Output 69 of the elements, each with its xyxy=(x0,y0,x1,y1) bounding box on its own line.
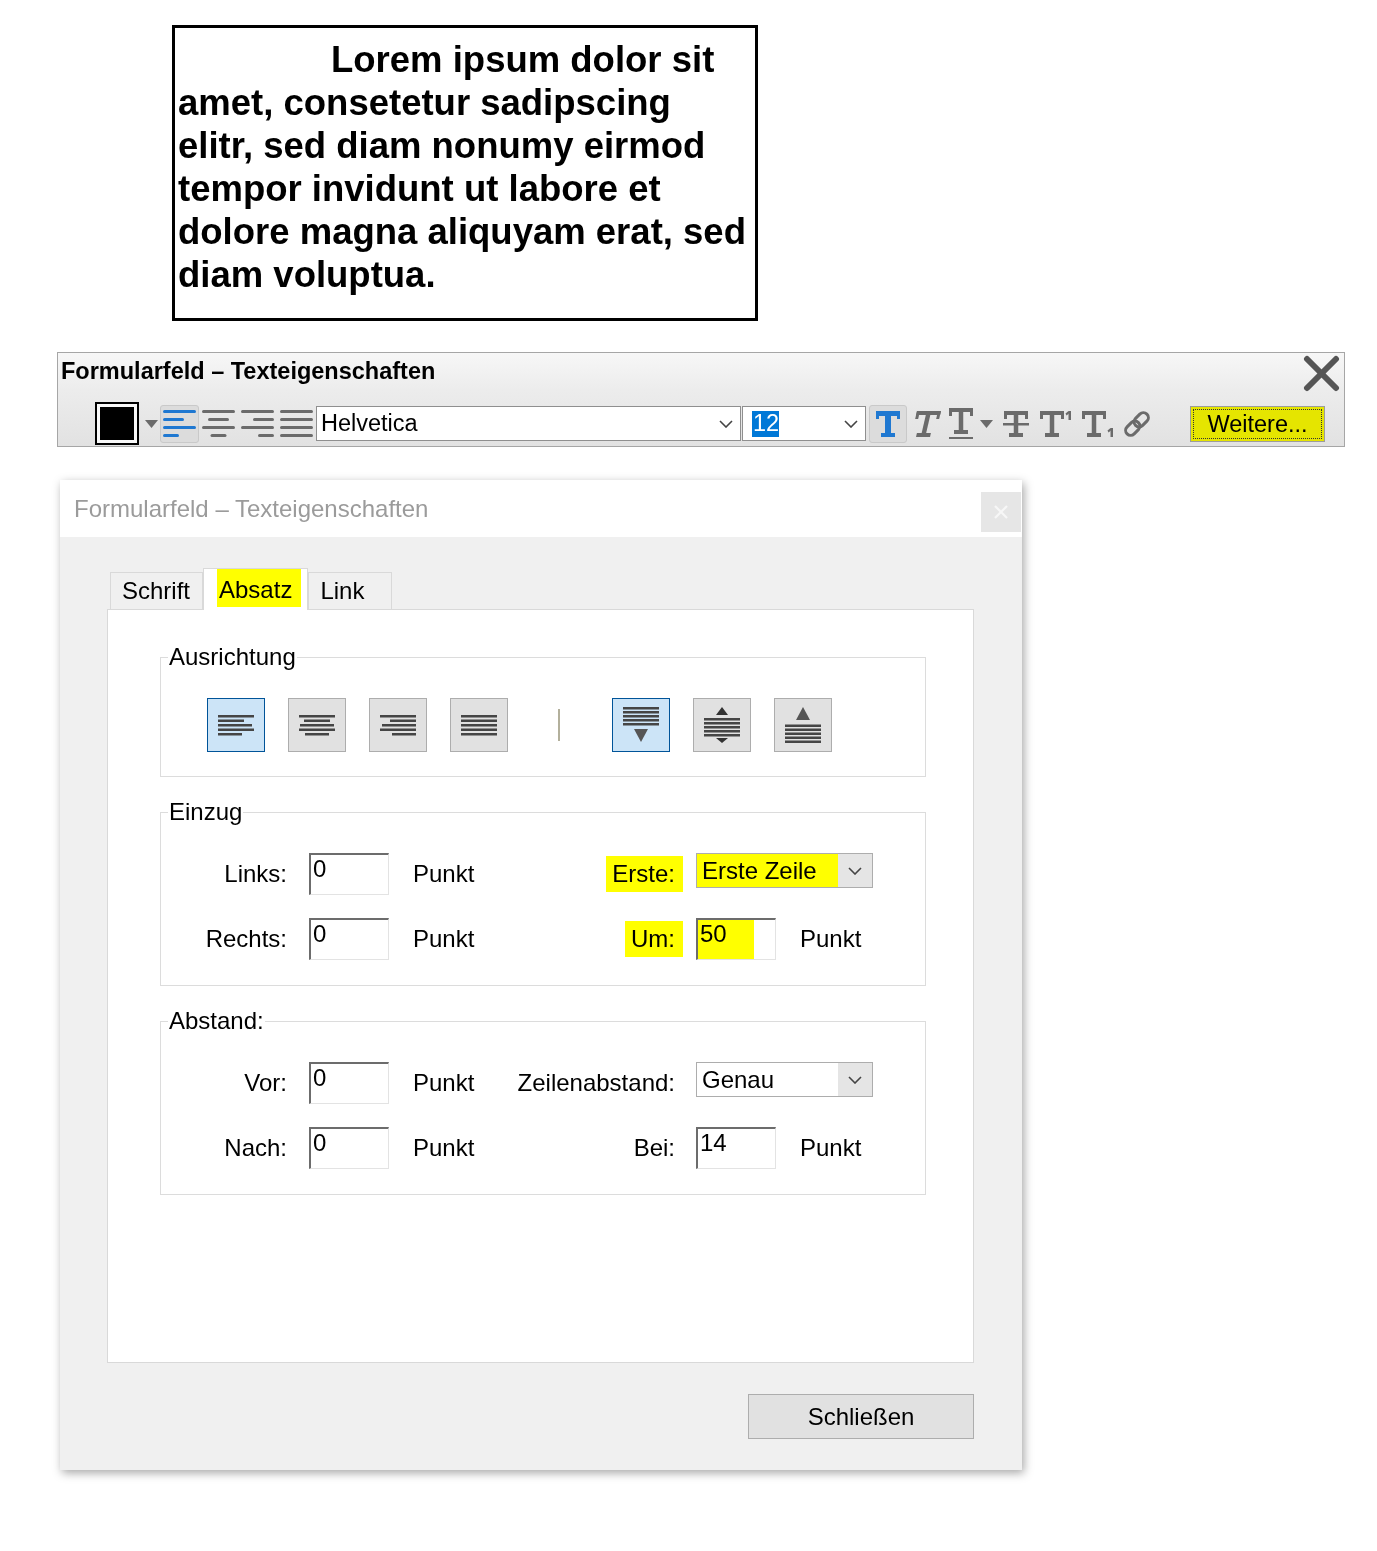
number-field[interactable]: 50 xyxy=(696,918,776,960)
align-right-icon xyxy=(241,410,274,437)
tab[interactable]: Absatz xyxy=(203,568,309,610)
tab[interactable]: Schrift xyxy=(110,572,203,609)
valign-middle-icon xyxy=(704,707,740,743)
valign-middle-button[interactable] xyxy=(693,698,751,752)
align-right-icon xyxy=(380,714,416,736)
bold-icon xyxy=(876,410,900,437)
unit-label: Punkt xyxy=(800,1133,862,1163)
close-button[interactable] xyxy=(1303,355,1340,392)
valign-top-button[interactable] xyxy=(612,698,670,752)
align-left-icon xyxy=(218,714,254,736)
align-right-button[interactable] xyxy=(369,698,427,752)
group-label: Einzug xyxy=(168,799,244,825)
align-left-button[interactable] xyxy=(207,698,265,752)
unit-label: Punkt xyxy=(413,1133,475,1163)
field-label: Zeilenabstand: xyxy=(516,1068,676,1098)
number-field[interactable]: 0 xyxy=(309,1062,389,1104)
valign-bottom-button[interactable] xyxy=(774,698,832,752)
text-field[interactable]: Lorem ipsum dolor sit amet, consetetur sadipscing elitr, sed diam nonumy eirmod tempor invidunt ut labore et dolore magna aliquyam erat, sed diam voluptua. xyxy=(172,25,758,321)
unit-label: Punkt xyxy=(800,924,862,954)
field-label: Rechts: xyxy=(204,924,288,954)
align-center-button[interactable] xyxy=(288,698,346,752)
valign-top-icon xyxy=(623,707,659,743)
subscript-icon xyxy=(1082,410,1114,437)
dialog-title: Formularfeld – Texteigenschaften xyxy=(74,494,429,524)
group-label: Abstand: xyxy=(168,1008,265,1034)
number-field[interactable]: 0 xyxy=(309,1127,389,1169)
field-label: Bei: xyxy=(632,1133,676,1163)
toolbar-title: Formularfeld – Texteigenschaften xyxy=(61,357,436,385)
size-dropdown[interactable]: 12 xyxy=(742,406,866,441)
align-center-icon xyxy=(299,714,335,736)
number-field[interactable]: 14 xyxy=(696,1127,776,1169)
caret-down-icon[interactable] xyxy=(145,419,158,428)
align-left-icon xyxy=(163,410,196,437)
align-justify-icon xyxy=(280,410,313,437)
close-button[interactable]: Schließen xyxy=(748,1394,974,1439)
close-icon xyxy=(1303,355,1340,392)
field-text: Lorem ipsum dolor sit amet, consetetur sadipscing elitr, sed diam nonumy eirmod tempor invidunt ut labore et dolore magna aliquyam erat, sed diam voluptua. xyxy=(178,38,747,296)
underline-icon xyxy=(949,408,973,439)
number-field[interactable]: 0 xyxy=(309,918,389,960)
bold-button[interactable] xyxy=(869,404,907,443)
chevron-down-icon xyxy=(719,419,733,428)
unit-label: Punkt xyxy=(413,859,475,889)
number-field[interactable]: 0 xyxy=(309,853,389,895)
unit-label: Punkt xyxy=(413,924,475,954)
caret-down-icon[interactable] xyxy=(980,419,993,428)
align-justify-button[interactable] xyxy=(450,698,508,752)
more-button[interactable]: Weitere... xyxy=(1190,405,1325,442)
superscript-icon xyxy=(1040,410,1072,437)
tab[interactable]: Link xyxy=(308,572,393,609)
font-dropdown[interactable]: Helvetica xyxy=(316,406,741,441)
unit-label: Punkt xyxy=(413,1068,475,1098)
dropdown[interactable]: Erste Zeile xyxy=(696,853,873,888)
chevron-down-icon xyxy=(848,866,862,875)
chevron-down-icon xyxy=(844,419,858,428)
field-label: Nach: xyxy=(223,1133,288,1163)
valign-bottom-icon xyxy=(785,707,821,743)
align-justify-icon xyxy=(461,714,497,736)
strikethrough-icon xyxy=(1003,410,1029,437)
group-label: Ausrichtung xyxy=(168,644,297,670)
dropdown[interactable]: Genau xyxy=(696,1062,873,1097)
field-label: Um: xyxy=(625,921,683,957)
align-center-icon xyxy=(202,410,235,437)
field-label: Links: xyxy=(223,859,288,889)
field-label: Erste: xyxy=(606,856,683,892)
field-label: Vor: xyxy=(243,1068,288,1098)
color-swatch-icon[interactable] xyxy=(95,402,139,445)
chevron-down-icon xyxy=(848,1075,862,1084)
